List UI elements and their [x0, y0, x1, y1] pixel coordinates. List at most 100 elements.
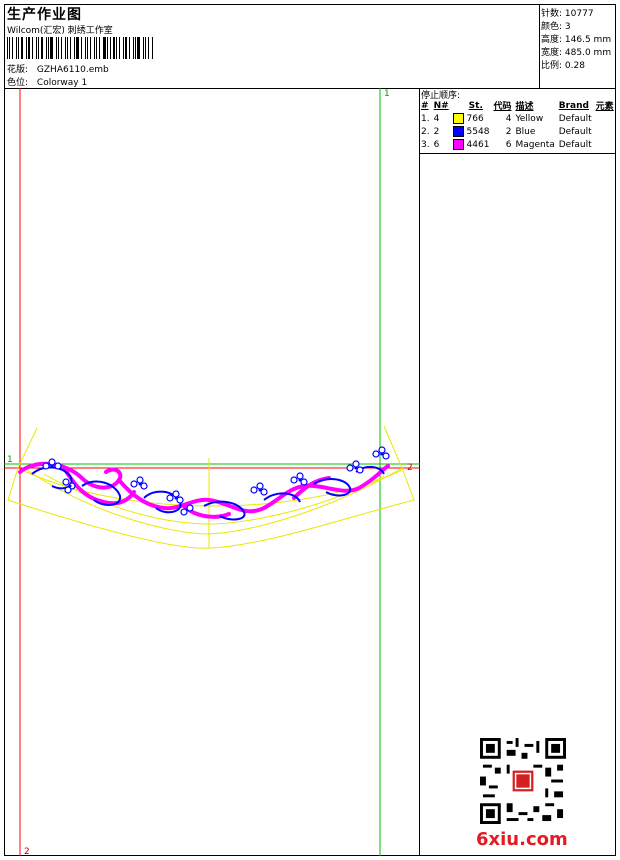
row-needle: 6: [433, 139, 440, 150]
blue-flower-centers: [50, 452, 384, 500]
barcode-bar: [93, 37, 95, 59]
colorway-value: Colorway 1: [36, 78, 88, 88]
column-header: N#: [433, 100, 449, 111]
row-element: [594, 112, 616, 125]
stats-panel: 针数: 10777 颜色: 3 高度: 146.5 mm 宽度: 485.0 m…: [539, 4, 616, 89]
barcode-bar: [148, 37, 150, 59]
column-header: 元素: [595, 102, 614, 112]
barcode-bar: [65, 37, 67, 59]
design-file-line: 花版: GZHA6110.emb: [7, 62, 109, 75]
barcode-bar: [134, 37, 136, 59]
design-file-label: 花版:: [7, 65, 29, 75]
barcode-bar: [7, 37, 8, 59]
column-header: Brand: [558, 100, 589, 111]
barcode-bar: [50, 37, 53, 59]
barcode-bar: [152, 37, 154, 59]
column-header: 代码: [493, 102, 512, 112]
guide-label-bottom: 2: [24, 847, 30, 856]
row-brand: Default: [558, 126, 592, 137]
barcode-bar: [47, 37, 49, 59]
colorway-label: 色位:: [7, 78, 29, 88]
barcode-bar: [55, 37, 57, 59]
barcode-bar: [90, 37, 91, 59]
barcode-bar: [45, 37, 47, 59]
stat-scale: 比例: 0.28: [541, 61, 585, 71]
stop-sequence-table: # N# St. 代码 描述 Brand 元素 1. 4 766 4 Yello…: [419, 99, 616, 151]
row-stitches: 5548: [451, 125, 492, 138]
column-header: St.: [468, 100, 483, 111]
row-brand: Default: [558, 139, 592, 150]
barcode-bar: [18, 37, 19, 59]
barcode-bar: [57, 37, 59, 59]
barcode-bar: [69, 37, 71, 59]
barcode-bar: [80, 37, 82, 59]
barcode-bar: [95, 37, 98, 59]
table-header-row: # N# St. 代码 描述 Brand 元素: [419, 99, 616, 113]
design-preview-area: 1 1 2 2: [4, 88, 420, 856]
barcode-bar: [113, 37, 116, 59]
barcode-bar: [35, 37, 37, 59]
column-header: 描述: [515, 102, 534, 112]
barcode-bar: [37, 37, 40, 59]
design-file-value: GZHA6110.emb: [36, 65, 109, 75]
row-code: 2: [505, 126, 512, 137]
row-index: 3.: [421, 139, 430, 150]
row-index: 2.: [421, 126, 430, 137]
barcode-bar: [60, 37, 63, 59]
column-header: #: [421, 100, 429, 111]
barcode-bar: [137, 37, 140, 59]
stat-colors: 颜色: 3: [541, 22, 571, 32]
barcode-bar: [73, 37, 76, 59]
barcode-bar: [31, 37, 33, 59]
barcode-bar: [103, 37, 106, 59]
row-description: Magenta: [515, 139, 555, 150]
row-needle: 4: [433, 113, 440, 124]
barcode-bar: [16, 37, 18, 59]
color-swatch-yellow: [452, 113, 464, 124]
barcode-bar: [11, 37, 14, 59]
barcode-bar: [128, 37, 130, 59]
header-panel: 生产作业图 Wilcom(汇宏) 刺绣工作室 花版: GZHA6110.emb …: [4, 4, 540, 89]
embroidery-preview: 1 1 2 2: [4, 88, 420, 856]
barcode-bar: [76, 37, 79, 59]
color-swatch-magenta: [452, 139, 464, 150]
company-name: Wilcom(汇宏) 刺绣工作室: [7, 26, 113, 36]
barcode-bar: [118, 37, 120, 59]
watermark: 6xiu.com: [476, 829, 568, 850]
barcode-bar: [41, 37, 43, 59]
stat-width: 宽度: 485.0 mm: [541, 48, 612, 58]
barcode-bar: [116, 37, 117, 59]
table-row: 3. 6 4461 6 Magenta Default: [419, 138, 616, 151]
colorway-line: 色位: Colorway 1: [7, 75, 87, 88]
row-description: Yellow: [515, 113, 544, 124]
row-brand: Default: [558, 113, 592, 124]
color-swatch-blue: [452, 126, 464, 137]
barcode-bar: [122, 37, 125, 59]
row-element: [594, 138, 616, 151]
row-description: Blue: [515, 126, 536, 137]
barcode: [7, 37, 154, 59]
row-element: [594, 125, 616, 138]
barcode-bar: [142, 37, 144, 59]
barcode-bar: [132, 37, 134, 59]
page-title: 生产作业图: [7, 7, 82, 23]
stat-stitches: 针数: 10777: [541, 9, 594, 19]
barcode-bar: [109, 37, 111, 59]
row-code: 6: [505, 139, 512, 150]
row-code: 4: [505, 113, 512, 124]
barcode-bar: [144, 37, 147, 59]
row-needle: 2: [433, 126, 440, 137]
barcode-bar: [99, 37, 101, 59]
guide-label-right: 2: [407, 463, 413, 473]
row-stitches: 4461: [451, 138, 492, 151]
stat-height: 高度: 146.5 mm: [541, 35, 612, 45]
panel-divider: [419, 153, 616, 154]
row-stitches: 766: [451, 112, 492, 125]
barcode-bar: [106, 37, 108, 59]
barcode-bar: [20, 37, 24, 59]
row-index: 1.: [421, 113, 430, 124]
barcode-bar: [86, 37, 89, 59]
table-row: 1. 4 766 4 Yellow Default: [419, 112, 616, 125]
barcode-bar: [28, 37, 30, 59]
table-row: 2. 2 5548 2 Blue Default: [419, 125, 616, 138]
